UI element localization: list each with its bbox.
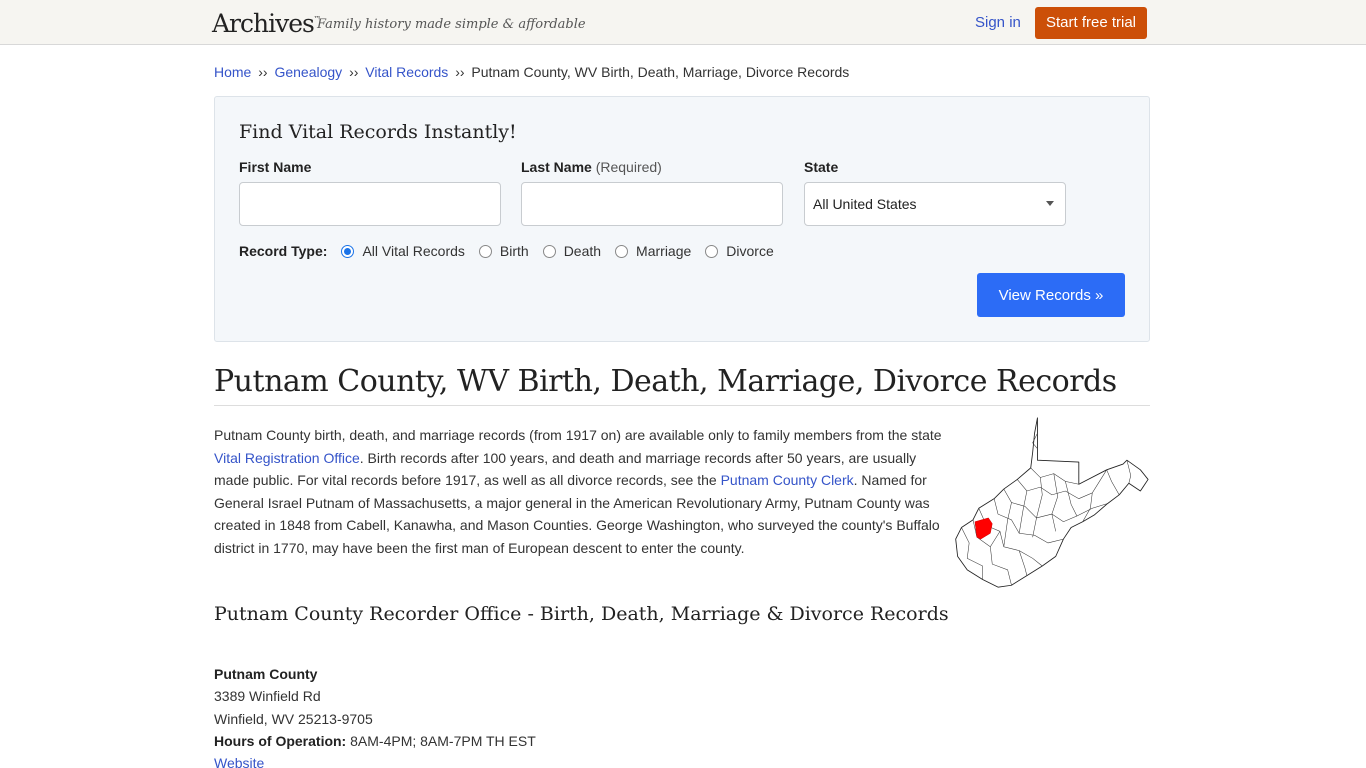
state-label: State bbox=[804, 159, 839, 175]
logo-text: Archives bbox=[212, 9, 315, 38]
last-name-label-text: Last Name bbox=[521, 159, 592, 175]
page-title: Putnam County, WV Birth, Death, Marriage… bbox=[214, 364, 1150, 406]
radio-unselected-icon[interactable] bbox=[615, 244, 629, 258]
state-select[interactable]: All United States bbox=[804, 182, 1066, 226]
radio-all-vital-records[interactable]: All Vital Records bbox=[341, 243, 465, 259]
intro-section: Putnam County birth, death, and marriage… bbox=[214, 417, 1150, 588]
office-hours: Hours of Operation: 8AM-4PM; 8AM-7PM TH … bbox=[214, 730, 1155, 752]
last-name-label: Last Name (Required) bbox=[521, 159, 662, 175]
chevron-down-icon bbox=[1046, 201, 1054, 206]
radio-label: Death bbox=[563, 243, 602, 259]
vital-records-search-form: Find Vital Records Instantly! First Name… bbox=[214, 96, 1150, 342]
hours-label: Hours of Operation: bbox=[214, 732, 347, 749]
record-type-group: Record Type: All Vital Records Birth Dea… bbox=[239, 243, 788, 259]
breadcrumb-separator: ›› bbox=[455, 64, 465, 80]
intro-text: Putnam County birth, death, and marriage… bbox=[214, 427, 942, 443]
main-content: Home ›› Genealogy ›› Vital Records ›› Pu… bbox=[211, 64, 1155, 768]
radio-unselected-icon[interactable] bbox=[542, 244, 556, 258]
archives-logo[interactable]: Archives™ bbox=[212, 9, 321, 38]
west-virginia-county-map bbox=[955, 417, 1149, 588]
radio-unselected-icon[interactable] bbox=[478, 244, 492, 258]
radio-marriage[interactable]: Marriage bbox=[615, 243, 691, 259]
breadcrumb-home[interactable]: Home bbox=[214, 64, 251, 80]
office-name: Putnam County bbox=[214, 666, 318, 682]
recorder-office-heading: Putnam County Recorder Office - Birth, D… bbox=[214, 603, 949, 625]
view-records-button[interactable]: View Records » bbox=[977, 273, 1125, 317]
hours-value: 8AM-4PM; 8AM-7PM TH EST bbox=[350, 732, 536, 749]
putnam-county-clerk-link[interactable]: Putnam County Clerk bbox=[721, 472, 854, 488]
required-note: (Required) bbox=[595, 159, 662, 175]
office-address-line2: Winfield, WV 25213-9705 bbox=[214, 710, 373, 727]
breadcrumb-separator: ›› bbox=[349, 64, 359, 80]
radio-label: Divorce bbox=[726, 243, 774, 259]
office-info: Putnam County 3389 Winfield Rd Winfield,… bbox=[214, 663, 1155, 768]
breadcrumb-current: Putnam County, WV Birth, Death, Marriage… bbox=[471, 64, 850, 80]
first-name-label: First Name bbox=[239, 159, 312, 175]
radio-divorce[interactable]: Divorce bbox=[705, 243, 774, 259]
site-header: Archives™ Family history made simple & a… bbox=[0, 0, 1366, 45]
office-address-line1: 3389 Winfield Rd bbox=[214, 688, 321, 705]
record-type-label: Record Type: bbox=[239, 243, 328, 259]
tagline: Family history made simple & affordable bbox=[317, 17, 586, 32]
intro-paragraph: Putnam County birth, death, and marriage… bbox=[214, 424, 946, 559]
radio-birth[interactable]: Birth bbox=[478, 243, 529, 259]
radio-label: All Vital Records bbox=[362, 243, 465, 259]
radio-unselected-icon[interactable] bbox=[705, 244, 719, 258]
state-outline bbox=[955, 417, 1149, 588]
radio-death[interactable]: Death bbox=[542, 243, 602, 259]
breadcrumb-vital-records[interactable]: Vital Records bbox=[365, 64, 448, 80]
search-title: Find Vital Records Instantly! bbox=[239, 121, 517, 143]
breadcrumb-separator: ›› bbox=[258, 64, 268, 80]
state-selected-value: All United States bbox=[813, 196, 917, 212]
last-name-input[interactable] bbox=[521, 182, 783, 226]
first-name-input[interactable] bbox=[239, 182, 501, 226]
breadcrumb-genealogy[interactable]: Genealogy bbox=[274, 64, 342, 80]
radio-label: Marriage bbox=[636, 243, 692, 259]
vital-registration-office-link[interactable]: Vital Registration Office bbox=[214, 450, 360, 466]
radio-label: Birth bbox=[499, 243, 529, 259]
start-free-trial-button[interactable]: Start free trial bbox=[1035, 7, 1147, 39]
sign-in-link[interactable]: Sign in bbox=[975, 14, 1021, 31]
office-website-link[interactable]: Website bbox=[214, 755, 264, 768]
breadcrumb: Home ›› Genealogy ›› Vital Records ›› Pu… bbox=[214, 64, 1155, 84]
radio-selected-icon[interactable] bbox=[341, 244, 355, 258]
